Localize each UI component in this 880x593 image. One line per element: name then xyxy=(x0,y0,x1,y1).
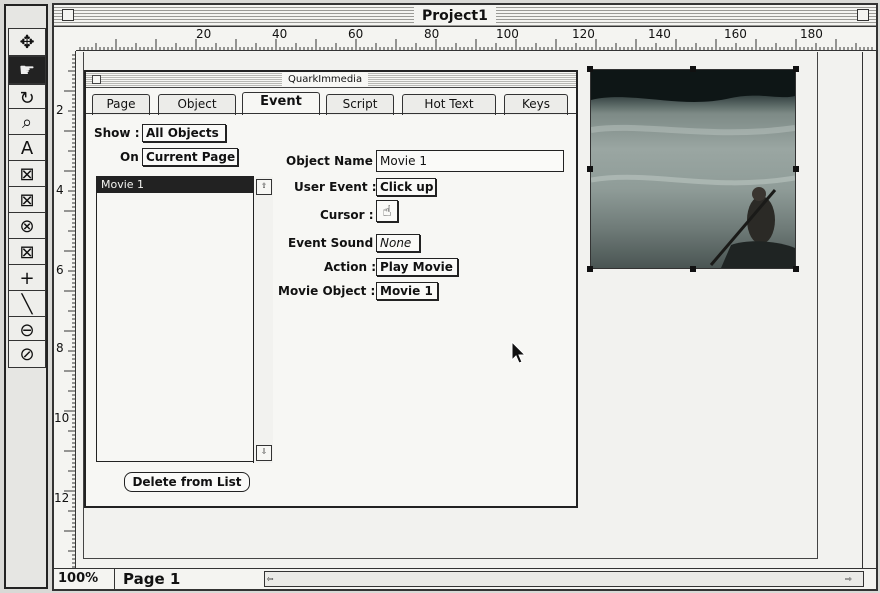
ruler-label: 100 xyxy=(496,27,519,41)
ruler-label: 20 xyxy=(196,27,212,41)
close-box[interactable] xyxy=(62,9,74,21)
ruler-label: 120 xyxy=(572,27,595,41)
tab-keys[interactable]: Keys xyxy=(504,94,568,115)
tab-hot-text[interactable]: Hot Text xyxy=(402,94,496,115)
zoom-box[interactable] xyxy=(857,9,869,21)
scroll-down-icon[interactable]: ⇩ xyxy=(256,445,272,461)
resize-handle[interactable] xyxy=(587,66,593,72)
movie-object-label: Movie Object : xyxy=(278,284,376,298)
scroll-left-icon[interactable]: ⇦ xyxy=(267,572,274,586)
zoom-level[interactable]: 100% xyxy=(58,571,98,586)
ruler-label: 6 xyxy=(56,263,64,277)
title-bar[interactable]: Project1 xyxy=(54,5,876,27)
tool-palette: ✥ ☛ ↻ ⌕ A ⊠ ⊠ ⊗ ⊠ + ╲ ⊖ ⊘ xyxy=(4,4,48,589)
resize-handle[interactable] xyxy=(587,266,593,272)
palette-close-box[interactable] xyxy=(92,75,101,84)
object-list[interactable]: Movie 1 ⇧ ⇩ xyxy=(96,176,273,463)
on-popup[interactable]: Current Page xyxy=(142,148,238,166)
tab-page[interactable]: Page xyxy=(92,94,150,115)
ruler-label: 60 xyxy=(348,27,364,41)
resize-handle[interactable] xyxy=(587,166,593,172)
ruler-label: 2 xyxy=(56,103,64,117)
resize-handle[interactable] xyxy=(690,66,696,72)
palette-title-bar[interactable]: QuarkImmedia xyxy=(86,72,576,88)
show-popup[interactable]: All Objects xyxy=(142,124,226,142)
page-indicator[interactable]: Page 1 xyxy=(114,569,180,589)
ruler-label: 12 xyxy=(54,491,70,505)
pointing-hand-icon[interactable]: ☝ xyxy=(376,200,398,222)
ruler-label: 8 xyxy=(56,341,64,355)
window-title: Project1 xyxy=(414,7,496,25)
tab-divider xyxy=(86,113,576,114)
event-sound-label: Event Sound : xyxy=(288,236,383,250)
quarkimmedia-palette: QuarkImmedia Page Object Event Script Ho… xyxy=(84,70,578,508)
rounded-picture-box-icon[interactable]: ⊠ xyxy=(8,186,46,214)
show-label: Show : xyxy=(94,126,140,140)
palette-title: QuarkImmedia xyxy=(282,73,369,87)
ruler-label: 40 xyxy=(272,27,288,41)
movie-picture-box[interactable] xyxy=(587,66,799,272)
ruler-label: 10 xyxy=(54,411,70,425)
content-hand-icon[interactable]: ☛ xyxy=(8,56,46,84)
oval-picture-box-icon[interactable]: ⊗ xyxy=(8,212,46,240)
kayaker-image xyxy=(591,70,795,268)
movie-object-popup[interactable]: Movie 1 xyxy=(376,282,438,300)
vertical-scrollbar[interactable] xyxy=(862,52,876,568)
horizontal-ruler[interactable]: 20 40 60 80 100 120 140 160 180 xyxy=(76,27,876,51)
status-bar: 100% Page 1 ⇦ ⇨ xyxy=(54,568,876,589)
event-sound-popup[interactable]: None xyxy=(376,234,420,252)
object-name-field[interactable]: Movie 1 xyxy=(376,150,564,172)
list-scrollbar[interactable]: ⇧ ⇩ xyxy=(253,177,273,463)
action-label: Action : xyxy=(324,260,377,274)
ruler-label: 80 xyxy=(424,27,440,41)
move-icon[interactable]: ✥ xyxy=(8,28,46,56)
tab-script[interactable]: Script xyxy=(326,94,394,115)
tab-object[interactable]: Object xyxy=(158,94,236,115)
object-name-label: Object Name : xyxy=(286,154,382,168)
arrow-pointer-icon xyxy=(511,340,527,364)
on-label: On xyxy=(120,150,139,164)
resize-handle[interactable] xyxy=(793,166,799,172)
polygon-picture-box-icon[interactable]: ⊠ xyxy=(8,238,46,266)
ruler-label: 140 xyxy=(648,27,671,41)
delete-from-list-button[interactable]: Delete from List xyxy=(124,472,250,492)
user-event-label: User Event : xyxy=(294,180,377,194)
zoom-icon[interactable]: ⌕ xyxy=(8,108,46,136)
vertical-ruler[interactable]: 2 4 6 8 10 12 xyxy=(54,51,76,569)
ruler-label: 160 xyxy=(724,27,747,41)
cursor-label: Cursor : xyxy=(320,208,374,222)
orthogonal-line-icon[interactable]: + xyxy=(8,264,46,292)
horizontal-scrollbar[interactable]: ⇦ ⇨ xyxy=(264,571,864,587)
tab-event[interactable]: Event xyxy=(242,92,320,115)
unlink-icon[interactable]: ⊘ xyxy=(8,340,46,368)
user-event-popup[interactable]: Click up xyxy=(376,178,436,196)
resize-handle[interactable] xyxy=(793,266,799,272)
line-icon[interactable]: ╲ xyxy=(8,290,46,318)
ruler-label: 4 xyxy=(56,183,64,197)
page-edge-right xyxy=(817,52,818,558)
scroll-right-icon[interactable]: ⇨ xyxy=(845,572,852,586)
resize-handle[interactable] xyxy=(690,266,696,272)
page-edge-bottom xyxy=(83,558,818,559)
action-popup[interactable]: Play Movie xyxy=(376,258,458,276)
text-box-icon[interactable]: A xyxy=(8,134,46,162)
ruler-label: 180 xyxy=(800,27,823,41)
resize-handle[interactable] xyxy=(793,66,799,72)
scroll-up-icon[interactable]: ⇧ xyxy=(256,179,272,195)
rect-picture-box-icon[interactable]: ⊠ xyxy=(8,160,46,188)
list-item[interactable]: Movie 1 xyxy=(97,177,253,193)
